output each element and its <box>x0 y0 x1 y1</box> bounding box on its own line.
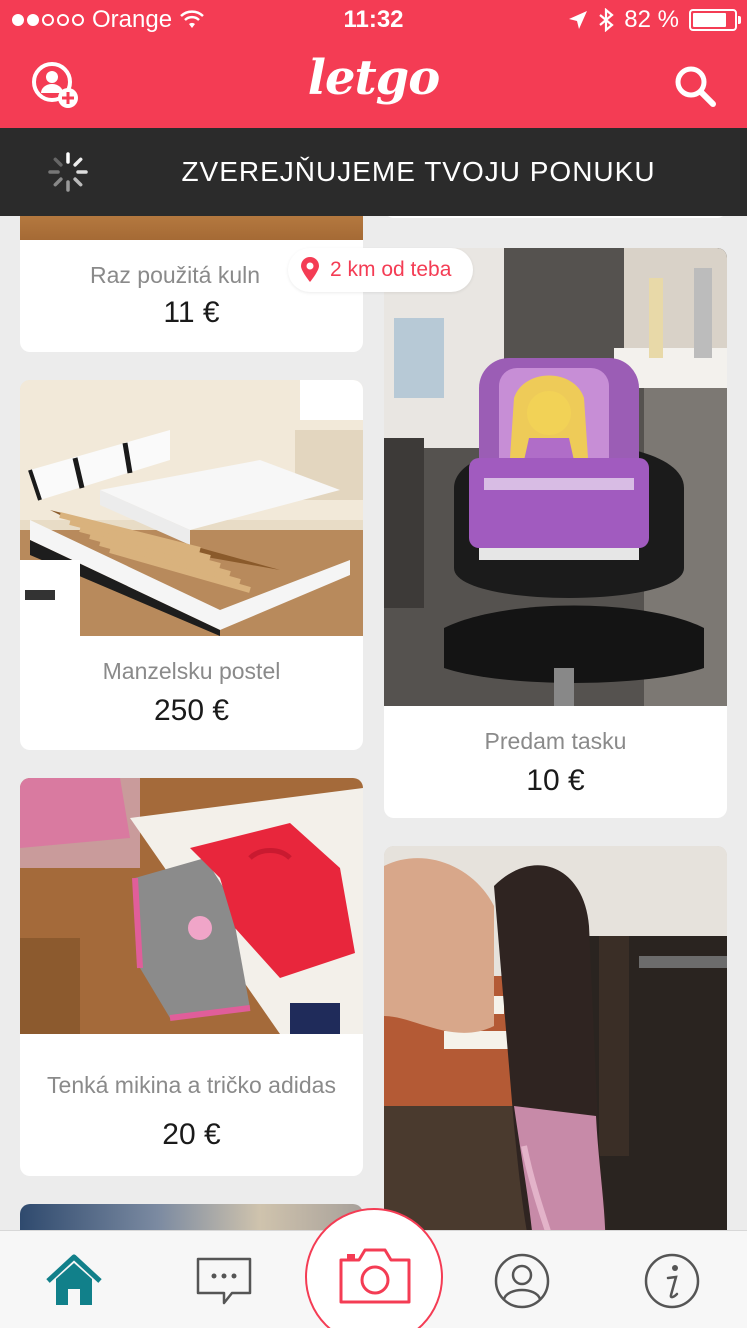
publishing-status-text: ZVEREJŇUJEME TVOJU PONUKU <box>181 156 656 187</box>
nav-bar: letgo <box>0 42 747 128</box>
listing-photo <box>20 778 363 1034</box>
listing-title: Tenká mikina a tričko adidas <box>47 1072 336 1098</box>
listing-price: 11 € <box>163 296 220 329</box>
location-pin-icon <box>301 257 319 282</box>
backpack-photo <box>384 248 727 706</box>
listing-feed[interactable]: Raz použitá kuln 11 € Predam tasku 10 € … <box>0 216 747 1230</box>
listing-card[interactable]: Manzelsku postel 250 € <box>20 380 363 750</box>
clothes-photo <box>20 778 363 1034</box>
battery-icon <box>689 9 741 31</box>
listing-title: Manzelsku postel <box>102 658 281 684</box>
listing-photo <box>384 846 727 1230</box>
camera-icon <box>339 1248 411 1304</box>
tab-profile[interactable] <box>492 1251 552 1311</box>
profile-icon <box>494 1253 550 1309</box>
bed-photo <box>20 380 363 636</box>
status-bar: Orange 11:32 82 % <box>0 0 747 42</box>
listing-price: 10 € <box>526 764 585 797</box>
tab-info[interactable] <box>642 1251 702 1311</box>
listing-card[interactable]: Tenká mikina a tričko adidas 20 € <box>20 778 363 1176</box>
listing-card[interactable] <box>384 216 727 218</box>
search-button[interactable] <box>671 62 719 110</box>
listing-photo <box>20 216 363 240</box>
listing-photo <box>384 248 727 706</box>
listing-title: Predam tasku <box>484 728 627 754</box>
battery-percent: 82 % <box>624 6 679 33</box>
home-icon <box>46 1254 102 1305</box>
tab-messages[interactable] <box>194 1251 254 1311</box>
tab-home[interactable] <box>44 1251 104 1311</box>
listing-price: 20 € <box>162 1118 221 1151</box>
publishing-banner: ZVEREJŇUJEME TVOJU PONUKU <box>0 128 747 216</box>
distance-text: 2 km od teba <box>330 258 452 281</box>
location-arrow-icon <box>569 11 588 29</box>
bluetooth-icon <box>599 8 615 32</box>
app-logo: letgo <box>307 50 441 106</box>
distance-badge: 2 km od teba <box>288 248 474 292</box>
listing-card[interactable]: Predam tasku 10 € <box>384 248 727 818</box>
listing-card[interactable] <box>20 1204 363 1230</box>
listing-price: 250 € <box>153 694 230 727</box>
listing-photo <box>20 380 363 636</box>
chat-icon <box>196 1257 252 1305</box>
info-icon <box>644 1253 700 1309</box>
hair-extension-photo <box>384 846 727 1230</box>
listing-photo <box>20 1204 363 1230</box>
search-icon <box>675 66 716 107</box>
status-right: 82 % <box>568 6 741 34</box>
listing-card[interactable] <box>384 846 727 1230</box>
